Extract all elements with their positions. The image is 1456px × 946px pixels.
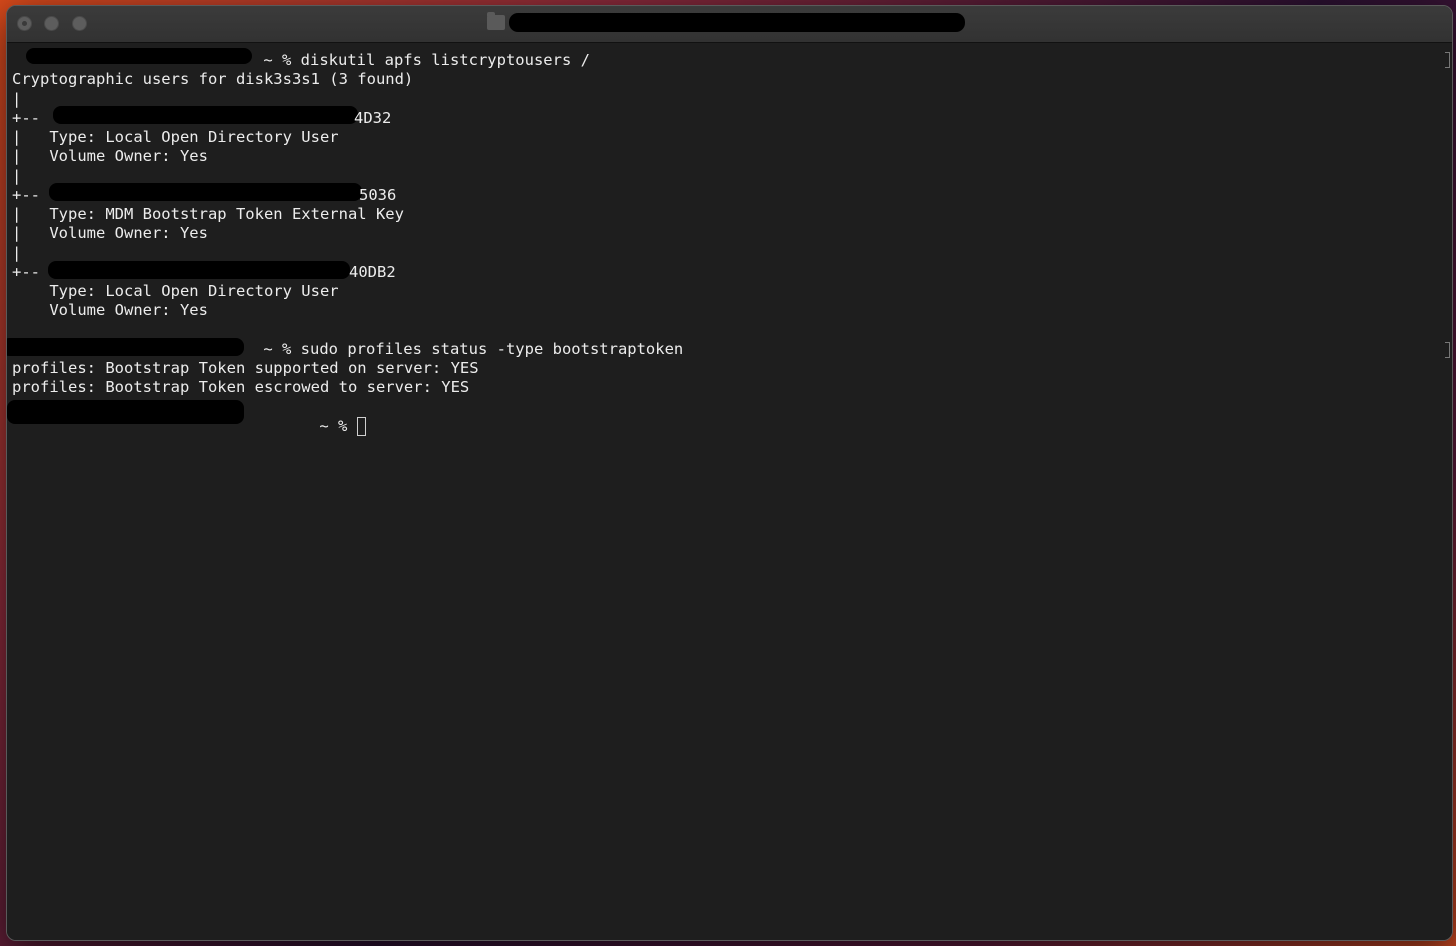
terminal-line: Cryptographic users for disk3s3s1 (3 fou…	[12, 70, 414, 88]
terminal-line: Volume Owner: Yes	[12, 301, 208, 319]
terminal-output[interactable]: ~ % diskutil apfs listcryptousers / Cryp…	[7, 43, 1452, 940]
zoom-window-button[interactable]	[72, 16, 87, 31]
terminal-line: +--	[12, 186, 40, 204]
terminal-line: |	[12, 167, 22, 185]
terminal-line-user-id: 4D32	[354, 109, 392, 127]
title-bar[interactable]	[7, 6, 1452, 43]
minimize-window-button[interactable]	[44, 16, 59, 31]
close-window-button[interactable]	[17, 16, 32, 31]
terminal-line: |	[12, 244, 22, 262]
terminal-line: | Volume Owner: Yes	[12, 147, 208, 165]
terminal-line: | Type: Local Open Directory User	[12, 128, 339, 146]
terminal-prompt: ~ %	[254, 398, 366, 436]
terminal-line: | Volume Owner: Yes	[12, 224, 208, 242]
user-id-redacted	[49, 183, 362, 201]
terminal-line-user-id: 40DB2	[349, 263, 396, 281]
prompt-redacted	[7, 400, 244, 424]
terminal-line-command: ~ % sudo profiles status -type bootstrap…	[254, 340, 684, 358]
window-title-redacted	[509, 13, 965, 32]
terminal-window: ~ % diskutil apfs listcryptousers / Cryp…	[6, 5, 1453, 941]
terminal-line-command: ~ % diskutil apfs listcryptousers /	[254, 51, 590, 69]
terminal-line: |	[12, 90, 22, 108]
terminal-line: +--	[12, 263, 40, 281]
mark-indicator	[1445, 52, 1450, 68]
terminal-line-user-id: 5036	[359, 186, 397, 204]
terminal-line: profiles: Bootstrap Token supported on s…	[12, 359, 479, 377]
terminal-line: | Type: MDM Bootstrap Token External Key	[12, 205, 404, 223]
prompt-redacted	[7, 338, 244, 356]
prompt-text: ~ %	[310, 417, 357, 435]
user-id-redacted	[48, 261, 350, 279]
terminal-line: profiles: Bootstrap Token escrowed to se…	[12, 378, 470, 396]
prompt-redacted	[26, 48, 252, 64]
mark-indicator	[1445, 342, 1450, 358]
folder-icon	[487, 12, 505, 30]
terminal-line: Type: Local Open Directory User	[12, 282, 339, 300]
user-id-redacted	[53, 106, 358, 124]
text-cursor	[356, 417, 366, 436]
terminal-line: +--	[12, 109, 40, 127]
